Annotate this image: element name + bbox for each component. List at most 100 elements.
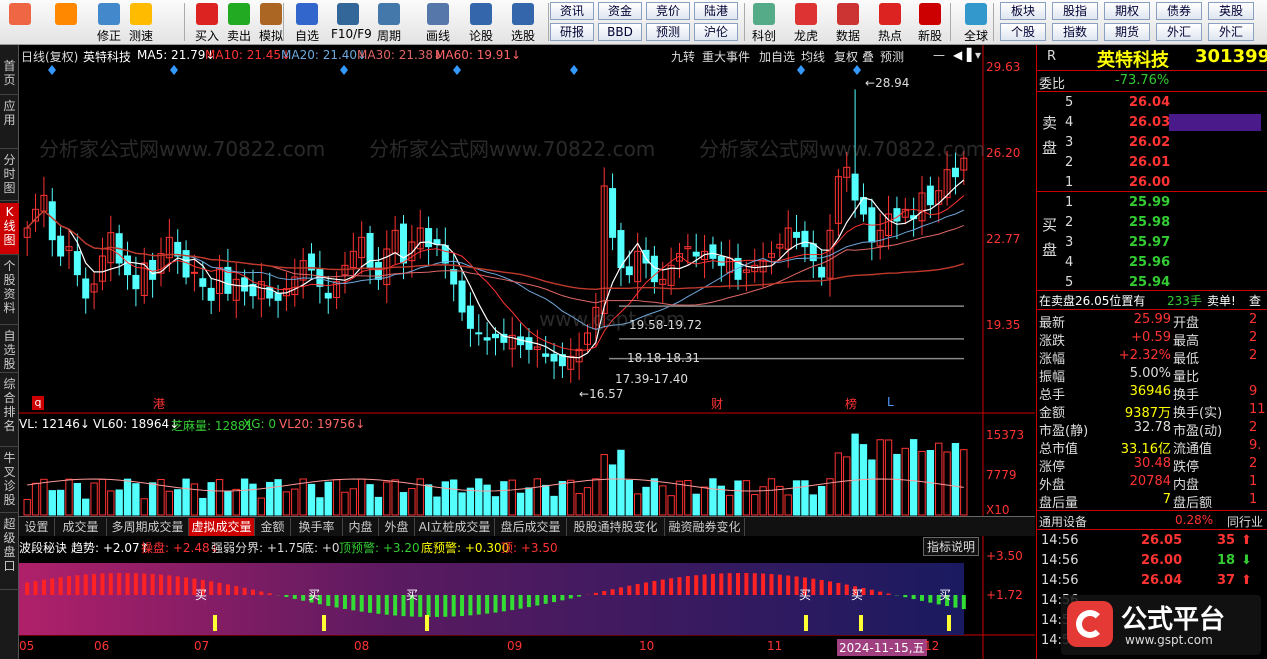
event-diamond[interactable] bbox=[853, 65, 861, 75]
event-marker-hk[interactable]: 港 bbox=[153, 395, 165, 412]
left-tab-7[interactable]: 牛叉诊股 bbox=[0, 449, 19, 513]
left-tab-5[interactable]: 自选股 bbox=[0, 327, 19, 373]
left-tab-1[interactable]: 应用 bbox=[0, 97, 19, 149]
r-icon[interactable]: R bbox=[1047, 49, 1056, 64]
bid-price[interactable]: 25.97 bbox=[1129, 235, 1170, 250]
chart-canvas[interactable] bbox=[19, 45, 1035, 659]
event-marker-l[interactable]: L bbox=[887, 395, 894, 409]
toolbar-f10-button[interactable]: F10/F9 bbox=[331, 2, 372, 43]
toolbar-buy-button[interactable]: 买入 bbox=[190, 2, 224, 43]
minimize-icon[interactable]: — bbox=[933, 48, 945, 62]
event-diamond[interactable] bbox=[453, 65, 461, 75]
chart-btn-0[interactable]: 九转 bbox=[671, 48, 695, 65]
volume-bar bbox=[876, 439, 884, 516]
toolbar-hot-button[interactable]: 热点 bbox=[872, 2, 908, 43]
ask-price[interactable]: 26.03 bbox=[1129, 115, 1170, 130]
chart-area[interactable]: 日线(复权) 英特科技 MA5: 21.79↓ MA10: 21.45↓ MA2… bbox=[19, 45, 1035, 659]
toolbar-market-btn2-1[interactable]: 指数 bbox=[1052, 23, 1098, 41]
toolbar-dragon-button[interactable]: 龙虎 bbox=[788, 2, 824, 43]
toolbar-talk-button[interactable]: 论股 bbox=[464, 2, 498, 43]
toolbar-period-button[interactable]: 周期 bbox=[372, 2, 406, 43]
play-icon[interactable]: ◀▐ bbox=[953, 48, 971, 62]
industry-tail[interactable]: 同行业 bbox=[1227, 513, 1263, 530]
sell-note-query-button[interactable]: 查 bbox=[1249, 292, 1261, 309]
event-marker-q[interactable]: q bbox=[32, 396, 44, 410]
toolbar-btn2-1[interactable]: BBD bbox=[598, 23, 642, 41]
toolbar-btn2-2[interactable]: 预测 bbox=[646, 23, 690, 41]
left-tab-6[interactable]: 综合排名 bbox=[0, 375, 19, 447]
indicator-help-button[interactable]: 指标说明 bbox=[923, 537, 980, 556]
chart-btn-1[interactable]: 重大事件 bbox=[702, 48, 750, 65]
left-tab-8[interactable]: 超级盘口 bbox=[0, 515, 19, 590]
sub-tab-5[interactable]: 换手率 bbox=[291, 518, 343, 536]
toolbar-btn-2[interactable]: 竞价 bbox=[646, 2, 690, 20]
candle-body bbox=[132, 274, 140, 290]
chart-btn-2[interactable]: 加自选 bbox=[759, 48, 795, 65]
chart-btn-3[interactable]: 均线 bbox=[801, 48, 825, 65]
sub-tab-11[interactable]: 融资融券变化 bbox=[665, 518, 745, 536]
ask-price[interactable]: 26.02 bbox=[1129, 135, 1170, 150]
indicator-bar bbox=[543, 595, 548, 604]
chart-btn-6[interactable]: 预测 bbox=[880, 48, 904, 65]
sub-tab-10[interactable]: 股股通持股变化 bbox=[567, 518, 665, 536]
sub-tab-1[interactable]: 成交量 bbox=[55, 518, 107, 536]
toolbar-btn-3[interactable]: 陆港 bbox=[694, 2, 738, 20]
sub-tab-6[interactable]: 内盘 bbox=[343, 518, 379, 536]
toolbar-market-btn-2[interactable]: 期权 bbox=[1104, 2, 1150, 20]
toolbar-globe-button[interactable]: 全球 bbox=[958, 2, 994, 43]
toolbar-market-btn2-2[interactable]: 期货 bbox=[1104, 23, 1150, 41]
toolbar-star-button[interactable]: 自选 bbox=[290, 2, 324, 43]
bid-price[interactable]: 25.99 bbox=[1129, 195, 1170, 210]
left-tab-0[interactable]: 首页 bbox=[0, 57, 19, 95]
chart-btn-4[interactable]: 复权 bbox=[834, 48, 858, 65]
sub-tab-3[interactable]: 虚拟成交量 bbox=[189, 518, 255, 536]
ask-price[interactable]: 26.04 bbox=[1129, 95, 1170, 110]
sub-tab-8[interactable]: AI立桩成交量 bbox=[415, 518, 495, 536]
event-diamond[interactable] bbox=[570, 65, 578, 75]
toolbar-market-btn2-4[interactable]: 外汇 bbox=[1208, 23, 1254, 41]
ask-price[interactable]: 26.00 bbox=[1129, 175, 1170, 190]
toolbar-clock-button[interactable]: 测速 bbox=[124, 2, 158, 43]
industry-label[interactable]: 通用设备 bbox=[1039, 513, 1087, 530]
toolbar-arrow-up-button[interactable]: 修正 bbox=[92, 2, 126, 43]
toolbar-market-btn2-0[interactable]: 个股 bbox=[1000, 23, 1046, 41]
sub-tab-2[interactable]: 多周期成交量 bbox=[107, 518, 189, 536]
bid-price[interactable]: 25.94 bbox=[1129, 275, 1170, 290]
ask-price[interactable]: 26.01 bbox=[1129, 155, 1170, 170]
toolbar-market-btn2-3[interactable]: 外汇 bbox=[1156, 23, 1202, 41]
sub-tab-7[interactable]: 外盘 bbox=[379, 518, 415, 536]
toolbar-market-btn-0[interactable]: 板块 bbox=[1000, 2, 1046, 20]
left-tab-3[interactable]: K线图 bbox=[0, 203, 19, 255]
bid-price[interactable]: 25.98 bbox=[1129, 215, 1170, 230]
event-diamond[interactable] bbox=[340, 65, 348, 75]
toolbar-pe-button[interactable]: 数据 bbox=[830, 2, 866, 43]
left-tab-4[interactable]: 个股资料 bbox=[0, 257, 19, 325]
toolbar-newstock-button[interactable]: 新股 bbox=[912, 2, 948, 43]
toolbar-market-btn-4[interactable]: 英股 bbox=[1208, 2, 1254, 20]
event-diamond[interactable] bbox=[170, 65, 178, 75]
toolbar-market-btn-3[interactable]: 债券 bbox=[1156, 2, 1202, 20]
toolbar-select-button[interactable]: 选股 bbox=[506, 2, 540, 43]
toolbar-chart-button[interactable]: 科创 bbox=[746, 2, 782, 43]
toolbar-back-arrow-button[interactable] bbox=[48, 2, 84, 43]
toolbar-btn2-0[interactable]: 研报 bbox=[550, 23, 594, 41]
toolbar-btn-0[interactable]: 资讯 bbox=[550, 2, 594, 20]
x-tick: 2024-11-15,五 bbox=[837, 639, 927, 656]
toolbar-sell-button[interactable]: 卖出 bbox=[222, 2, 256, 43]
event-marker-fin[interactable]: 财 bbox=[711, 395, 723, 412]
chart-btn-5[interactable]: 叠 bbox=[862, 48, 874, 65]
menu-icon[interactable]: ▾ bbox=[975, 48, 981, 62]
event-diamond[interactable] bbox=[48, 65, 56, 75]
sub-tab-0[interactable]: 设置 bbox=[19, 518, 55, 536]
left-tab-2[interactable]: 分时图 bbox=[0, 151, 19, 201]
bid-price[interactable]: 25.96 bbox=[1129, 255, 1170, 270]
sub-tab-9[interactable]: 盘后成交量 bbox=[495, 518, 567, 536]
toolbar-btn2-3[interactable]: 沪伦 bbox=[694, 23, 738, 41]
toolbar-btn-1[interactable]: 资金 bbox=[598, 2, 642, 20]
toolbar-market-btn-1[interactable]: 股指 bbox=[1052, 2, 1098, 20]
event-diamond[interactable] bbox=[797, 65, 805, 75]
toolbar-grid-button[interactable] bbox=[2, 2, 38, 43]
event-marker-rank[interactable]: 榜 bbox=[845, 395, 857, 412]
sub-tab-4[interactable]: 金额 bbox=[255, 518, 291, 536]
toolbar-pen-button[interactable]: 画线 bbox=[421, 2, 455, 43]
